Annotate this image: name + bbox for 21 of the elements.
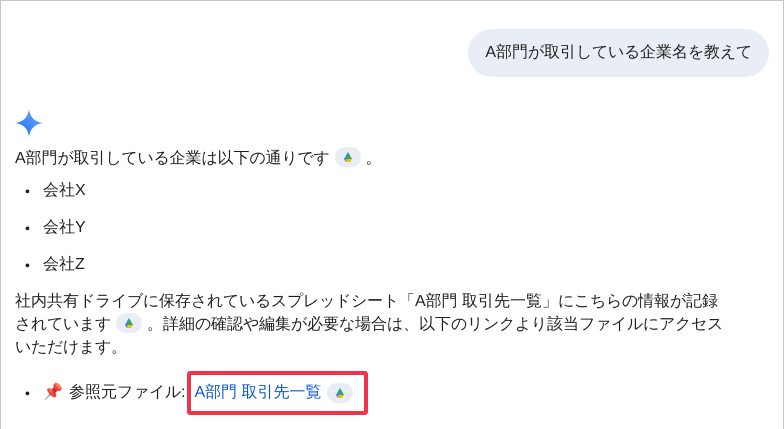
source-chip-icon[interactable]	[116, 313, 142, 333]
file-link[interactable]: A部門 取引先一覧	[194, 381, 322, 405]
answer-paragraph-line: 社内共有ドライブに保存されているスプレッドシート「A部門 取引先一覧」にこちらの情報が記録	[15, 293, 718, 310]
bullet: •	[24, 219, 31, 238]
company-name: 会社Z	[43, 254, 85, 275]
company-name: 会社X	[43, 180, 86, 201]
user-message-bubble: A部門が取引している企業名を教えて	[468, 29, 769, 77]
company-name: 会社Y	[43, 218, 86, 238]
answer-text: 。	[366, 150, 382, 167]
answer-paragraph-line: いただけます。	[15, 339, 127, 356]
bullet: •	[24, 384, 31, 403]
reference-label: 参照元ファイル:	[69, 382, 186, 403]
bullet: •	[24, 182, 31, 201]
pin-emoji: 📌	[43, 382, 63, 403]
source-chip-icon[interactable]	[334, 147, 361, 167]
source-chip-icon[interactable]	[326, 383, 353, 403]
sparkle-icon	[15, 109, 43, 137]
answer-text: A部門が取引している企業は以下の通りです	[15, 150, 330, 167]
answer-paragraph-line: 。詳細の確認や編集が必要な場合は、以下のリンクより該当ファイルにアクセス	[147, 316, 723, 333]
answer-paragraph-line: されています	[15, 316, 111, 333]
bullet: •	[24, 256, 31, 275]
